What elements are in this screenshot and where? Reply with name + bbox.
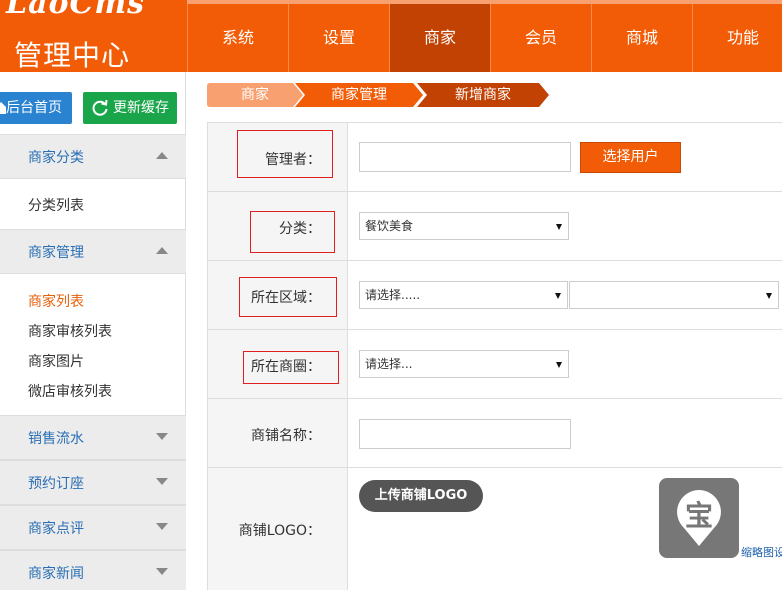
refresh-icon [92,99,108,116]
sidebar-section-reservations[interactable]: 预约订座 [0,460,186,505]
sidebar-section-merchant-category[interactable]: 商家分类 [0,134,186,179]
nav-item-settings[interactable]: 设置 [288,4,389,72]
add-merchant-form: 管理者： 选择用户 分类： 餐饮美食 所在区域： 请选择..... 所在商圈： … [207,122,782,590]
category-select[interactable]: 餐饮美食 [359,212,569,240]
collapse-arrow-icon [156,152,168,159]
shop-logo-label: 商铺LOGO： [238,523,321,539]
sidebar-section-label: 商家新闻 [28,566,84,582]
sidebar-item-category-list[interactable]: 分类列表 [28,195,84,215]
sidebar-section-merchant-news[interactable]: 商家新闻 [0,550,186,590]
business-district-select[interactable]: 请选择... [359,350,569,378]
sidebar-section-merchant-management[interactable]: 商家管理 [0,229,186,274]
manager-label: 管理者： [265,152,321,168]
category-select-value: 餐饮美食 [365,219,414,233]
sidebar-item-merchant-list[interactable]: 商家列表 [28,291,84,311]
label-cell: 所在区域： [208,261,348,329]
breadcrumb-label: 商家管理 [331,87,387,103]
dropdown-caret-icon [556,224,562,230]
sidebar-section-reviews[interactable]: 商家点评 [0,505,186,550]
breadcrumb-label: 新增商家 [455,87,511,103]
form-row-shop-name: 商铺名称： [208,399,782,468]
expand-arrow-icon [156,523,168,530]
sidebar-item-microshop-review-list[interactable]: 微店审核列表 [28,381,112,401]
main-nav: 系统 设置 商家 会员 商城 功能 [187,4,782,72]
dropdown-caret-icon [766,293,772,299]
thumbnail-link[interactable]: 缩略图设 [741,544,782,560]
label-cell: 商铺名称： [208,399,348,467]
nav-item-member[interactable]: 会员 [490,4,591,72]
nav-item-mall[interactable]: 商城 [591,4,692,72]
breadcrumb-label: 商家 [241,87,269,103]
shop-name-label: 商铺名称： [251,428,321,444]
manager-input[interactable] [359,142,571,172]
category-label: 分类： [279,221,321,237]
sidebar-item-merchant-images[interactable]: 商家图片 [28,351,84,371]
region-select[interactable]: 请选择..... [359,281,568,309]
dropdown-caret-icon [556,362,562,368]
breadcrumb-item-merchant[interactable]: 商家 [207,83,303,107]
home-button[interactable]: 后台首页 [0,92,72,124]
sidebar-buttons: 后台首页 更新缓存 [0,92,186,126]
nav-item-system[interactable]: 系统 [187,4,288,72]
sidebar-section-label: 商家点评 [28,521,84,537]
home-icon [0,102,6,114]
label-cell: 管理者： [208,123,348,191]
label-cell: 商铺LOGO： [208,468,348,590]
form-row-region: 所在区域： 请选择..... [208,261,782,330]
region-select-value: 请选择..... [365,288,421,302]
breadcrumb-item-merchant-management[interactable]: 商家管理 [295,83,423,107]
breadcrumb-item-add-merchant: 新增商家 [417,83,549,107]
choose-user-button[interactable]: 选择用户 [580,142,681,173]
collapse-arrow-icon [156,247,168,254]
sidebar-section-label: 销售流水 [28,431,84,447]
top-header: LaoCms 管理中心 系统 设置 商家 会员 商城 功能 [0,0,782,72]
form-row-category: 分类： 餐饮美食 [208,192,782,261]
refresh-button-label: 更新缓存 [113,100,169,116]
label-cell: 分类： [208,192,348,260]
form-row-manager: 管理者： 选择用户 [208,123,782,192]
logo-title: 管理中心 [14,39,131,72]
refresh-cache-button[interactable]: 更新缓存 [83,92,177,124]
sidebar: 后台首页 更新缓存 商家分类 分类列表 商家管理 商家列表 商家审核列表 商家图… [0,72,186,590]
dropdown-caret-icon [555,293,561,299]
business-district-label: 所在商圈： [251,359,321,375]
sidebar-section-label: 商家分类 [28,150,84,166]
thumbnail-char: 宝 [685,499,714,532]
label-cell: 所在商圈： [208,330,348,398]
sidebar-section-label: 预约订座 [28,476,84,492]
region-sub-select[interactable] [569,281,779,309]
upload-logo-button[interactable]: 上传商铺LOGO [359,480,483,512]
home-button-label: 后台首页 [6,100,62,116]
region-label: 所在区域： [251,290,321,306]
sidebar-section-sales-flow[interactable]: 销售流水 [0,415,186,460]
nav-item-functions[interactable]: 功能 [692,4,782,72]
logo-thumbnail: 宝 [659,478,739,558]
logo-brand: LaoCms [6,0,146,21]
shop-name-input[interactable] [359,419,571,449]
expand-arrow-icon [156,478,168,485]
sidebar-item-merchant-review-list[interactable]: 商家审核列表 [28,321,112,341]
sidebar-section-label: 商家管理 [28,245,84,261]
form-row-business-district: 所在商圈： 请选择... [208,330,782,399]
expand-arrow-icon [156,433,168,440]
expand-arrow-icon [156,568,168,575]
form-row-shop-logo: 商铺LOGO： 上传商铺LOGO 宝 缩略图设 [208,468,782,590]
nav-item-merchant[interactable]: 商家 [389,4,490,72]
logo: LaoCms 管理中心 [0,0,186,72]
business-district-select-value: 请选择... [365,357,413,371]
